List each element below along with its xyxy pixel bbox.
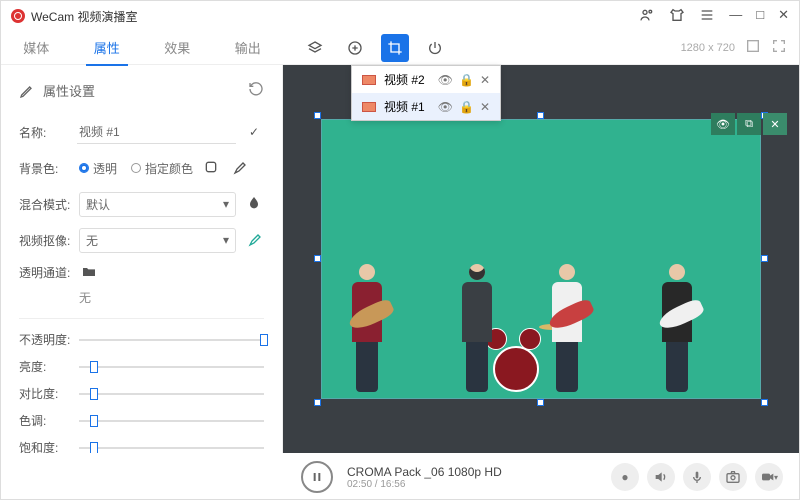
main-tabs: 媒体 属性 效果 输出 [1, 30, 283, 65]
row-name: 名称: ✓ [19, 114, 264, 150]
pencil-icon [19, 83, 35, 99]
menu-icon[interactable] [699, 7, 715, 26]
radio-transparent[interactable]: 透明 [79, 160, 117, 177]
resolution-label: 1280 x 720 [681, 42, 735, 54]
add-button[interactable] [341, 34, 369, 62]
slider-row-3: 色调: [19, 412, 264, 429]
alpha-value: 无 [79, 289, 91, 306]
minimize-button[interactable]: — [729, 7, 742, 26]
crop-button[interactable] [381, 34, 409, 62]
properties-panel: 属性设置 名称: ✓ 背景色: 透明 指定颜色 混合模式: [1, 65, 283, 453]
mic-button[interactable] [683, 463, 711, 491]
color-picker-icon[interactable] [244, 231, 264, 250]
lock-icon[interactable]: 🔒 [459, 100, 474, 114]
main-area: 属性设置 名称: ✓ 背景色: 透明 指定颜色 混合模式: [1, 65, 799, 453]
layers-button[interactable] [301, 34, 329, 62]
remove-layer-button[interactable]: ✕ [763, 113, 787, 135]
eye-icon[interactable]: 👁 [438, 73, 453, 87]
preview-info: 1280 x 720 [681, 38, 787, 57]
fit-icon[interactable] [745, 38, 761, 57]
divider [19, 318, 264, 319]
blend-select[interactable]: 默认▾ [79, 192, 236, 217]
row-blend: 混合模式: 默认▾ [19, 186, 264, 222]
tab-effects[interactable]: 效果 [142, 30, 213, 65]
slider-row-0: 不透明度: [19, 331, 264, 348]
tab-media[interactable]: 媒体 [1, 30, 72, 65]
layer-item-1[interactable]: 视频 #1 👁🔒✕ [352, 93, 500, 120]
close-button[interactable]: ✕ [778, 7, 789, 26]
delete-icon[interactable]: ✕ [480, 73, 490, 87]
slider-track[interactable] [79, 447, 264, 449]
preview-area[interactable]: 视频 #2 👁🔒✕ 视频 #1 👁🔒✕ 👁 ⧉ ✕ [283, 65, 799, 453]
eyedropper-icon[interactable] [229, 159, 249, 178]
playback-bar: CROMA Pack _06 1080p HD 02:50 / 16:56 ● … [1, 453, 799, 501]
tab-properties[interactable]: 属性 [72, 30, 143, 65]
reset-button[interactable] [248, 81, 264, 100]
canvas-toolbar [283, 34, 449, 62]
ink-icon[interactable] [244, 195, 264, 214]
slider-track[interactable] [79, 393, 264, 395]
slider-label: 饱和度: [19, 439, 79, 453]
bg-label: 背景色: [19, 160, 79, 177]
playback-tools: ● ▾ [611, 463, 783, 491]
titlebar: WeCam 视频演播室 — □ ✕ [1, 1, 799, 31]
slider-track[interactable] [79, 420, 264, 422]
keying-label: 视频抠像: [19, 232, 79, 249]
duplicate-button[interactable]: ⧉ [737, 113, 761, 135]
slider-row-2: 对比度: [19, 385, 264, 402]
users-icon[interactable] [639, 7, 655, 26]
camera-button[interactable]: ▾ [755, 463, 783, 491]
eye-icon[interactable]: 👁 [438, 100, 453, 114]
maximize-button[interactable]: □ [756, 7, 764, 26]
video-clip-icon [362, 75, 376, 85]
lock-icon[interactable]: 🔒 [459, 73, 474, 87]
slider-label: 对比度: [19, 385, 79, 402]
slider-track[interactable] [79, 366, 264, 368]
blend-label: 混合模式: [19, 196, 79, 213]
alpha-label: 透明通道: [19, 264, 79, 281]
tab-output[interactable]: 输出 [213, 30, 284, 65]
radio-color[interactable]: 指定颜色 [131, 160, 193, 177]
keying-select[interactable]: 无▾ [79, 228, 236, 253]
selection-handles[interactable] [318, 116, 764, 402]
row-alpha: 透明通道: 无 [19, 258, 264, 306]
power-button[interactable] [421, 34, 449, 62]
panel-header: 属性设置 [19, 75, 264, 114]
row-background: 背景色: 透明 指定颜色 [19, 150, 264, 186]
slider-label: 色调: [19, 412, 79, 429]
app-logo-icon [11, 9, 25, 23]
slider-label: 亮度: [19, 358, 79, 375]
slider-track[interactable] [79, 339, 264, 341]
confirm-icon[interactable]: ✓ [244, 125, 264, 139]
slider-label: 不透明度: [19, 331, 79, 348]
snapshot-button[interactable] [719, 463, 747, 491]
volume-button[interactable] [647, 463, 675, 491]
video-canvas[interactable] [321, 119, 761, 399]
layer-float-tools: 👁 ⧉ ✕ [711, 113, 787, 135]
shirt-icon[interactable] [669, 7, 685, 26]
panel-title: 属性设置 [43, 81, 95, 100]
row-keying: 视频抠像: 无▾ [19, 222, 264, 258]
delete-icon[interactable]: ✕ [480, 100, 490, 114]
expand-icon[interactable] [771, 38, 787, 57]
slider-row-1: 亮度: [19, 358, 264, 375]
visibility-toggle[interactable]: 👁 [711, 113, 735, 135]
play-pause-button[interactable] [301, 461, 333, 493]
tabs-row: 媒体 属性 效果 输出 1280 x 720 [1, 31, 799, 65]
folder-icon[interactable] [79, 264, 99, 283]
record-button[interactable]: ● [611, 463, 639, 491]
track-info: CROMA Pack _06 1080p HD 02:50 / 16:56 [347, 465, 597, 490]
name-input[interactable] [77, 121, 236, 144]
slider-row-4: 饱和度: [19, 439, 264, 453]
layers-dropdown: 视频 #2 👁🔒✕ 视频 #1 👁🔒✕ [351, 65, 501, 121]
swatch-icon[interactable] [201, 159, 221, 178]
name-label: 名称: [19, 124, 77, 141]
layer-item-2[interactable]: 视频 #2 👁🔒✕ [352, 66, 500, 93]
video-clip-icon [362, 102, 376, 112]
window-title: WeCam 视频演播室 [31, 8, 137, 25]
track-title: CROMA Pack _06 1080p HD [347, 465, 597, 479]
window-controls: — □ ✕ [639, 7, 789, 26]
